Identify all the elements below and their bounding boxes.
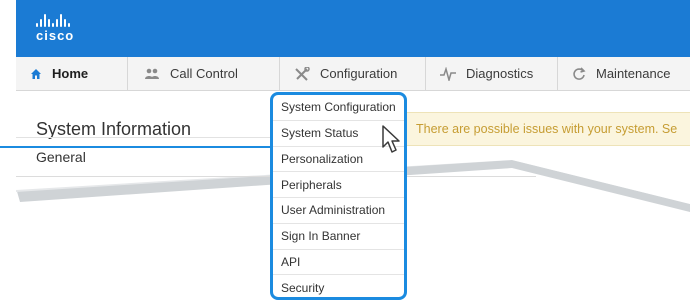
wrench-screwdriver-icon — [294, 66, 310, 81]
tab-configuration[interactable]: Configuration — [280, 57, 426, 90]
menu-item-peripherals[interactable]: Peripherals — [273, 172, 404, 198]
alert-text: There are possible issues with your syst… — [416, 122, 678, 136]
home-icon — [30, 68, 42, 80]
tab-home[interactable]: Home — [16, 57, 128, 90]
menu-item-user-administration[interactable]: User Administration — [273, 198, 404, 224]
tab-maintenance-label: Maintenance — [596, 66, 671, 81]
top-bar: cisco — [16, 0, 690, 57]
pulse-icon — [440, 66, 456, 81]
tab-configuration-label: Configuration — [320, 66, 398, 81]
cisco-logo-text: cisco — [36, 28, 75, 43]
tab-call-control[interactable]: Call Control — [128, 57, 280, 90]
menu-item-system-configuration[interactable]: System Configuration — [273, 95, 404, 121]
menu-item-security[interactable]: Security — [273, 275, 404, 297]
tab-call-control-label: Call Control — [170, 66, 238, 81]
cisco-bars-icon — [36, 14, 74, 27]
system-issues-alert[interactable]: There are possible issues with your syst… — [404, 112, 690, 146]
tab-diagnostics[interactable]: Diagnostics — [426, 57, 558, 90]
pointer-cursor-icon — [381, 125, 403, 160]
callout-line — [0, 146, 270, 148]
refresh-icon — [572, 66, 586, 81]
main-nav: Home Call Control Configuration Diagnost… — [16, 57, 690, 91]
menu-item-sign-in-banner[interactable]: Sign In Banner — [273, 224, 404, 250]
menu-item-api[interactable]: API — [273, 250, 404, 276]
people-icon — [144, 68, 160, 80]
cisco-logo[interactable]: cisco — [36, 14, 74, 43]
configuration-dropdown-menu: System Configuration System Status Perso… — [270, 92, 407, 300]
tab-home-label: Home — [52, 66, 89, 81]
section-general: General — [36, 149, 86, 165]
tab-maintenance[interactable]: Maintenance — [558, 57, 690, 90]
tab-diagnostics-label: Diagnostics — [466, 66, 534, 81]
